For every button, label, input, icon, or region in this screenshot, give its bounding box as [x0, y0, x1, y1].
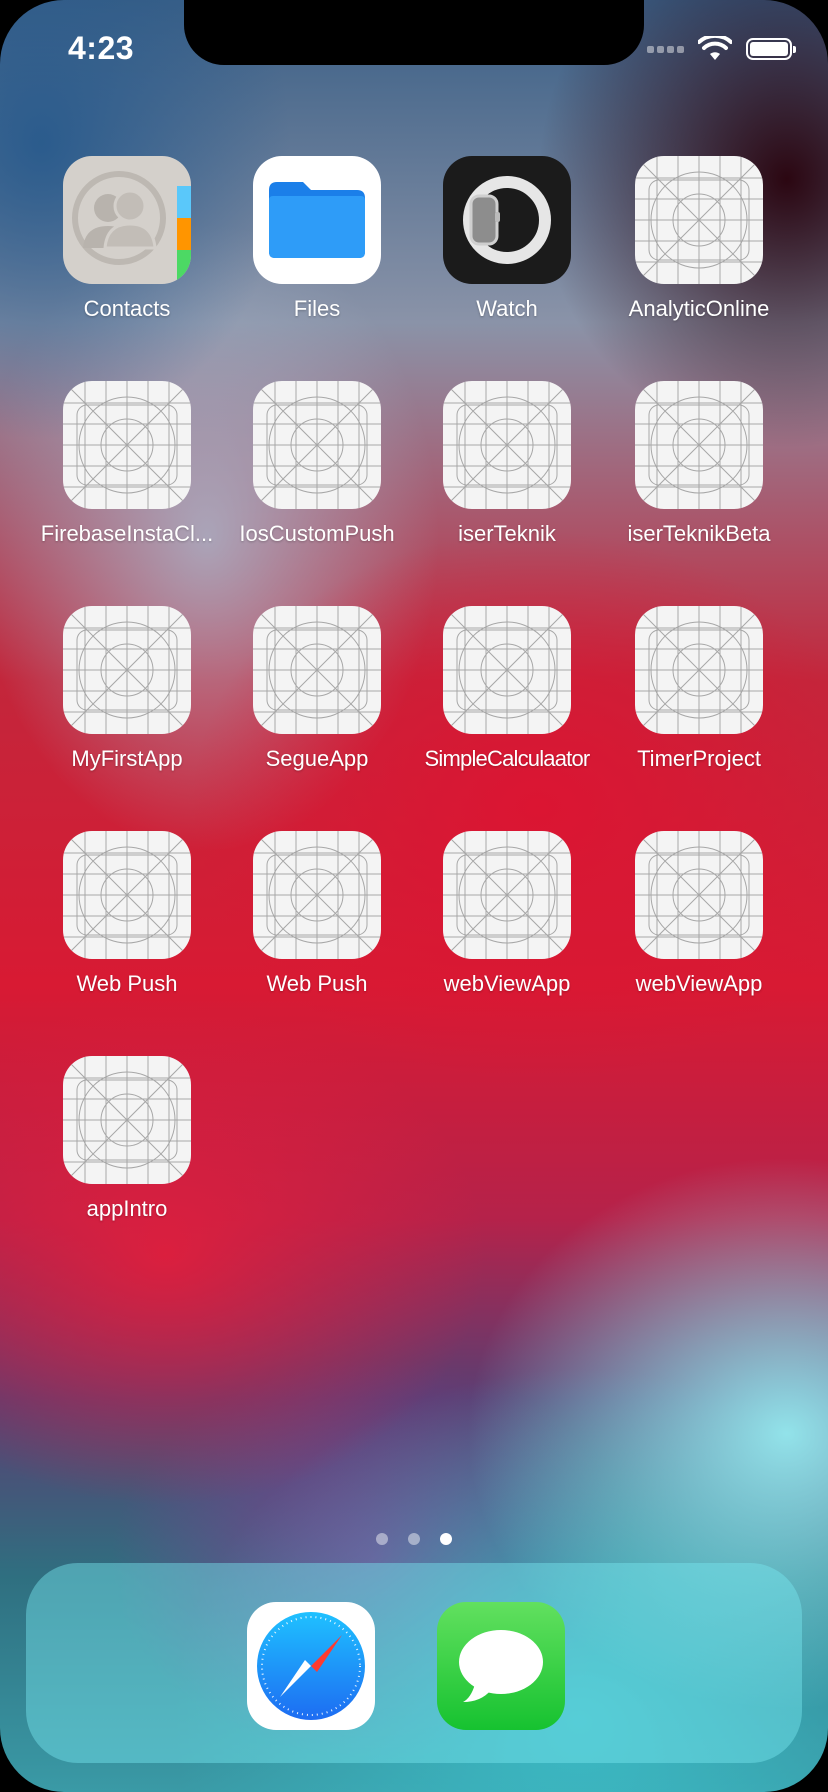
messages-icon — [437, 1602, 565, 1730]
placeholder-app-icon — [635, 606, 763, 734]
placeholder-app-icon — [635, 381, 763, 509]
app-ioscustompush[interactable]: IosCustomPush — [222, 381, 412, 547]
watch-icon — [443, 156, 571, 284]
app-label: IosCustomPush — [239, 521, 395, 546]
placeholder-app-icon — [253, 831, 381, 959]
app-label: Watch — [476, 296, 538, 321]
app-firebaseinstacl[interactable]: FirebaseInstaCl... — [32, 381, 222, 547]
placeholder-app-icon — [443, 606, 571, 734]
app-label: Web Push — [76, 971, 178, 996]
status-icons — [647, 36, 796, 62]
dock-app-safari[interactable] — [247, 1602, 375, 1730]
app-label: FirebaseInstaCl... — [40, 521, 214, 546]
dock-app-messages[interactable] — [437, 1602, 565, 1730]
app-label: Web Push — [266, 971, 368, 996]
app-label: webViewApp — [635, 971, 763, 996]
placeholder-app-icon — [253, 606, 381, 734]
safari-icon — [247, 1602, 375, 1730]
placeholder-app-icon — [443, 381, 571, 509]
notch — [184, 0, 644, 65]
files-icon — [253, 156, 381, 284]
contacts-icon — [63, 156, 191, 284]
app-webviewapp-1[interactable]: webViewApp — [412, 831, 602, 997]
placeholder-app-icon — [63, 381, 191, 509]
app-contacts[interactable]: Contacts — [32, 156, 222, 322]
app-files[interactable]: Files — [222, 156, 412, 322]
page-dot — [408, 1533, 420, 1545]
signal-icon — [647, 45, 684, 53]
page-dot — [376, 1533, 388, 1545]
status-time: 4:23 — [68, 30, 135, 66]
app-label: SimpleCalculaator — [424, 746, 591, 771]
home-screen: 4:23 Contacts Files Watch AnalyticOnline… — [0, 0, 828, 1792]
dock — [26, 1563, 802, 1763]
placeholder-app-icon — [63, 1056, 191, 1184]
page-indicator[interactable] — [0, 1533, 828, 1545]
app-analyticonline[interactable]: AnalyticOnline — [604, 156, 794, 322]
placeholder-app-icon — [635, 156, 763, 284]
app-label: TimerProject — [637, 746, 761, 771]
app-timerproject[interactable]: TimerProject — [604, 606, 794, 772]
app-label: webViewApp — [443, 971, 571, 996]
app-appintro[interactable]: appIntro — [32, 1056, 222, 1222]
app-iserteknik[interactable]: iserTeknik — [412, 381, 602, 547]
placeholder-app-icon — [253, 381, 381, 509]
app-label: Files — [293, 296, 341, 321]
app-label: iserTeknikBeta — [627, 521, 771, 546]
placeholder-app-icon — [443, 831, 571, 959]
app-webviewapp-2[interactable]: webViewApp — [604, 831, 794, 997]
app-simplecalculaator[interactable]: SimpleCalculaator — [412, 606, 602, 772]
app-iserteknikbeta[interactable]: iserTeknikBeta — [604, 381, 794, 547]
placeholder-app-icon — [63, 606, 191, 734]
wifi-icon — [698, 36, 732, 60]
app-label: iserTeknik — [458, 521, 556, 546]
app-web-push-1[interactable]: Web Push — [32, 831, 222, 997]
battery-icon — [746, 38, 796, 60]
placeholder-app-icon — [63, 831, 191, 959]
app-label: MyFirstApp — [71, 746, 183, 771]
app-web-push-2[interactable]: Web Push — [222, 831, 412, 997]
app-watch[interactable]: Watch — [412, 156, 602, 322]
app-label: appIntro — [86, 1196, 168, 1221]
app-segueapp[interactable]: SegueApp — [222, 606, 412, 772]
app-label: SegueApp — [265, 746, 369, 771]
app-myfirstapp[interactable]: MyFirstApp — [32, 606, 222, 772]
app-label: AnalyticOnline — [628, 296, 770, 321]
app-label: Contacts — [83, 296, 171, 321]
placeholder-app-icon — [635, 831, 763, 959]
page-dot-active — [440, 1533, 452, 1545]
